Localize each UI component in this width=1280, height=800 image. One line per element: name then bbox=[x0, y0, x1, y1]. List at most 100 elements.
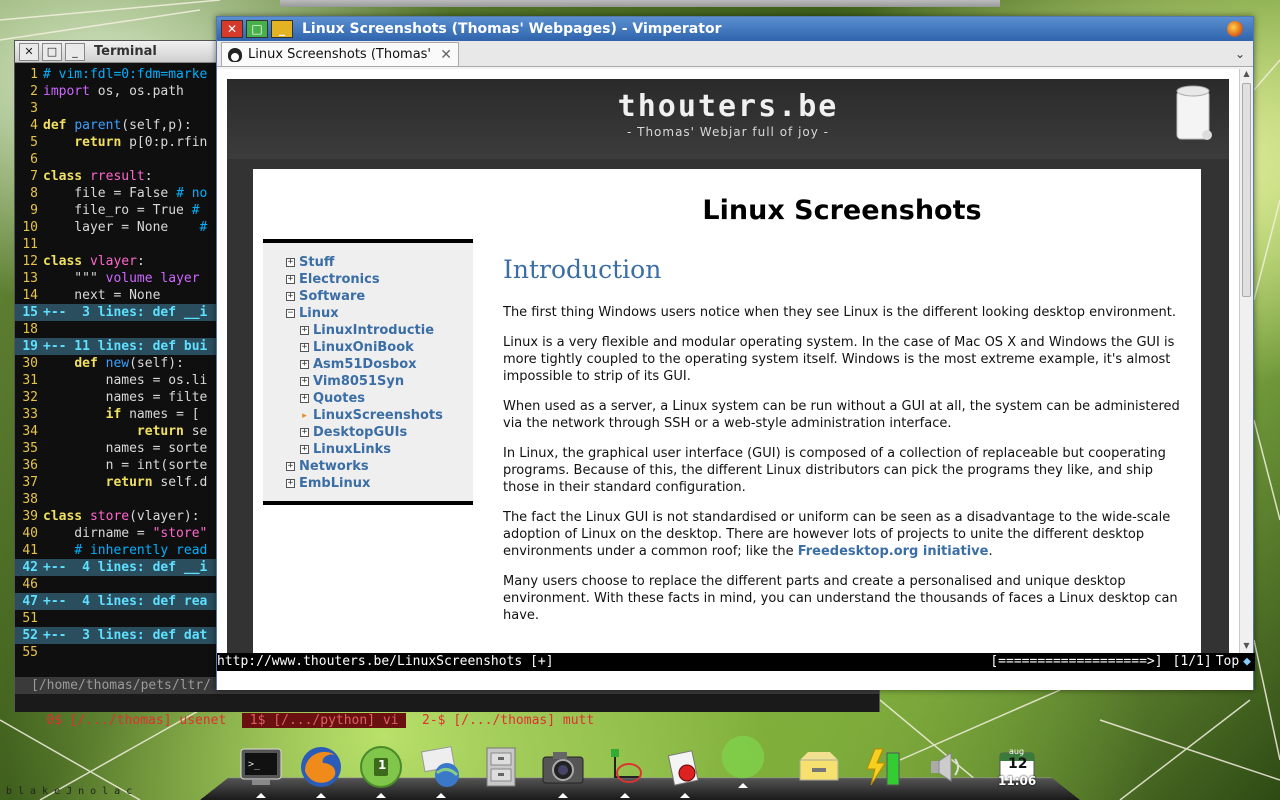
nav-item-label[interactable]: EmbLinux bbox=[299, 476, 370, 491]
expand-icon[interactable]: + bbox=[300, 394, 309, 403]
code-token: # bbox=[191, 203, 200, 218]
nav-item-networks[interactable]: + Networks bbox=[263, 458, 473, 475]
volume-speaker-icon[interactable] bbox=[922, 744, 968, 790]
line-number: 36 bbox=[22, 458, 38, 473]
nav-item-label[interactable]: Vim8051Syn bbox=[313, 374, 404, 389]
code-token: (self,p): bbox=[121, 118, 192, 133]
nav-item-label[interactable]: Software bbox=[299, 289, 365, 304]
nav-item-software[interactable]: + Software bbox=[263, 288, 473, 305]
expand-icon[interactable]: + bbox=[300, 445, 309, 454]
collapse-icon[interactable]: − bbox=[286, 309, 295, 318]
nav-item-label[interactable]: LinuxLinks bbox=[313, 442, 391, 457]
expand-icon[interactable]: + bbox=[300, 377, 309, 386]
nav-item-linuxscreenshots[interactable]: ▸ LinuxScreenshots bbox=[263, 407, 473, 424]
code-token: names = os.li bbox=[43, 373, 208, 388]
nav-item-label[interactable]: Quotes bbox=[313, 391, 365, 406]
line-number: 11 bbox=[22, 237, 38, 252]
terminal-close-button[interactable]: ✕ bbox=[19, 42, 39, 61]
nav-item-electronics[interactable]: + Electronics bbox=[263, 271, 473, 288]
expand-icon[interactable]: + bbox=[286, 292, 295, 301]
firefox-launcher-icon[interactable] bbox=[298, 744, 344, 798]
expand-icon[interactable]: + bbox=[300, 428, 309, 437]
screen-tab[interactable]: 0$ [/.../thomas] usenet bbox=[46, 713, 242, 728]
expand-icon[interactable]: + bbox=[300, 343, 309, 352]
nav-item-label[interactable]: LinuxScreenshots bbox=[313, 408, 443, 423]
page-scrollbar[interactable]: ▲ ▼ bbox=[1239, 69, 1253, 653]
article-paragraph: The first thing Windows users notice whe… bbox=[503, 305, 1177, 320]
file-cabinet-icon[interactable] bbox=[478, 744, 524, 790]
browser-close-button[interactable]: ✕ bbox=[221, 20, 243, 38]
nav-item-label[interactable]: Asm51Dosbox bbox=[313, 357, 417, 372]
browser-titlebar[interactable]: ✕ □ _ Linux Screenshots (Thomas' Webpage… bbox=[217, 17, 1253, 41]
diagram-tool-icon[interactable] bbox=[602, 744, 648, 798]
expand-icon[interactable]: + bbox=[300, 326, 309, 335]
article-heading: Introduction bbox=[503, 255, 662, 284]
vimperator-command-line[interactable] bbox=[217, 671, 1253, 690]
screen-tab-active[interactable]: 1$ [/.../python] vi bbox=[241, 713, 407, 728]
article-paragraph: When used as a server, a Linux system ca… bbox=[503, 399, 1180, 431]
scrollbar-thumb[interactable] bbox=[1242, 83, 1251, 297]
line-number: 38 bbox=[22, 492, 38, 507]
nav-item-label[interactable]: Networks bbox=[299, 459, 369, 474]
screen-tab[interactable]: 2-$ [/.../thomas] mutt bbox=[406, 713, 594, 728]
code-token: class bbox=[43, 254, 83, 269]
current-page-arrow-icon[interactable]: ▸ bbox=[300, 411, 309, 421]
nav-item-desktopguis[interactable]: + DesktopGUIs bbox=[263, 424, 473, 441]
browser-window[interactable]: ✕ □ _ Linux Screenshots (Thomas' Webpage… bbox=[216, 16, 1255, 690]
terminal-launcher-icon[interactable]: >_ bbox=[238, 744, 284, 798]
site-title[interactable]: thouters.be bbox=[227, 89, 1229, 124]
article-paragraph: In Linux, the graphical user interface (… bbox=[503, 446, 1166, 495]
nav-item-label[interactable]: Electronics bbox=[299, 272, 380, 287]
nav-item-linuxonibook[interactable]: + LinuxOniBook bbox=[263, 339, 473, 356]
browser-maximize-button[interactable]: □ bbox=[246, 20, 268, 38]
browser-tab[interactable]: Linux Screenshots (Thomas' W... ✕ bbox=[221, 42, 459, 66]
tab-count: [1/1] bbox=[1172, 654, 1212, 669]
nav-item-quotes[interactable]: + Quotes bbox=[263, 390, 473, 407]
drive-icon[interactable] bbox=[796, 744, 842, 790]
editor-launcher-icon[interactable] bbox=[662, 744, 708, 798]
nav-item-label[interactable]: Stuff bbox=[299, 255, 334, 270]
nav-item-label[interactable]: LinuxIntroductie bbox=[313, 323, 434, 338]
expand-icon[interactable]: + bbox=[300, 360, 309, 369]
nav-item-asm51dosbox[interactable]: + Asm51Dosbox bbox=[263, 356, 473, 373]
scroll-down-icon[interactable]: ▼ bbox=[1240, 641, 1253, 653]
nav-item-linuxintroductie[interactable]: + LinuxIntroductie bbox=[263, 322, 473, 339]
nav-item-label[interactable]: LinuxOniBook bbox=[313, 340, 414, 355]
expand-icon[interactable]: + bbox=[286, 275, 295, 284]
tab-list-chevron-icon[interactable]: ⌄ bbox=[1235, 47, 1245, 61]
terminal-title: Terminal bbox=[94, 44, 157, 59]
browser-minimize-button[interactable]: _ bbox=[271, 20, 293, 38]
article: Introduction The first thing Windows use… bbox=[503, 255, 1183, 637]
tab-close-icon[interactable]: ✕ bbox=[440, 47, 452, 63]
workspace-switcher-icon[interactable]: 1 bbox=[358, 744, 404, 798]
nav-item-emblinux[interactable]: + EmbLinux bbox=[263, 475, 473, 492]
expand-icon[interactable]: + bbox=[286, 479, 295, 488]
nav-item-linuxlinks[interactable]: + LinuxLinks bbox=[263, 441, 473, 458]
code-token: store bbox=[89, 509, 130, 524]
scroll-up-icon[interactable]: ▲ bbox=[1240, 69, 1253, 81]
newsreader-launcher-icon[interactable] bbox=[418, 744, 464, 798]
svg-text:>_: >_ bbox=[248, 759, 261, 770]
expand-icon[interactable]: + bbox=[286, 462, 295, 471]
green-orb-icon[interactable] bbox=[720, 734, 766, 788]
terminal-minimize-button[interactable]: _ bbox=[65, 42, 85, 61]
camera-icon[interactable] bbox=[540, 744, 586, 798]
line-number: 1 bbox=[30, 67, 38, 82]
nav-item-label[interactable]: DesktopGUIs bbox=[313, 425, 407, 440]
battery-icon[interactable] bbox=[860, 744, 906, 790]
terminal-maximize-button[interactable]: □ bbox=[42, 42, 62, 61]
code-token: return bbox=[136, 424, 184, 439]
tux-favicon-icon bbox=[228, 47, 242, 62]
nav-item-label[interactable]: Linux bbox=[299, 306, 339, 321]
nav-item-stuff[interactable]: + Stuff bbox=[263, 254, 473, 271]
page-viewport[interactable]: thouters.be - Thomas' Webjar full of joy… bbox=[217, 69, 1241, 653]
line-number: 30 bbox=[22, 356, 38, 371]
line-number: 33 bbox=[22, 407, 38, 422]
expand-icon[interactable]: + bbox=[286, 258, 295, 267]
nav-item-vim8051syn[interactable]: + Vim8051Syn bbox=[263, 373, 473, 390]
code-token: volume layer bbox=[105, 271, 200, 286]
nav-item-linux[interactable]: − Linux bbox=[263, 305, 473, 322]
freedesktop-link[interactable]: Freedesktop.org initiative bbox=[798, 544, 989, 559]
